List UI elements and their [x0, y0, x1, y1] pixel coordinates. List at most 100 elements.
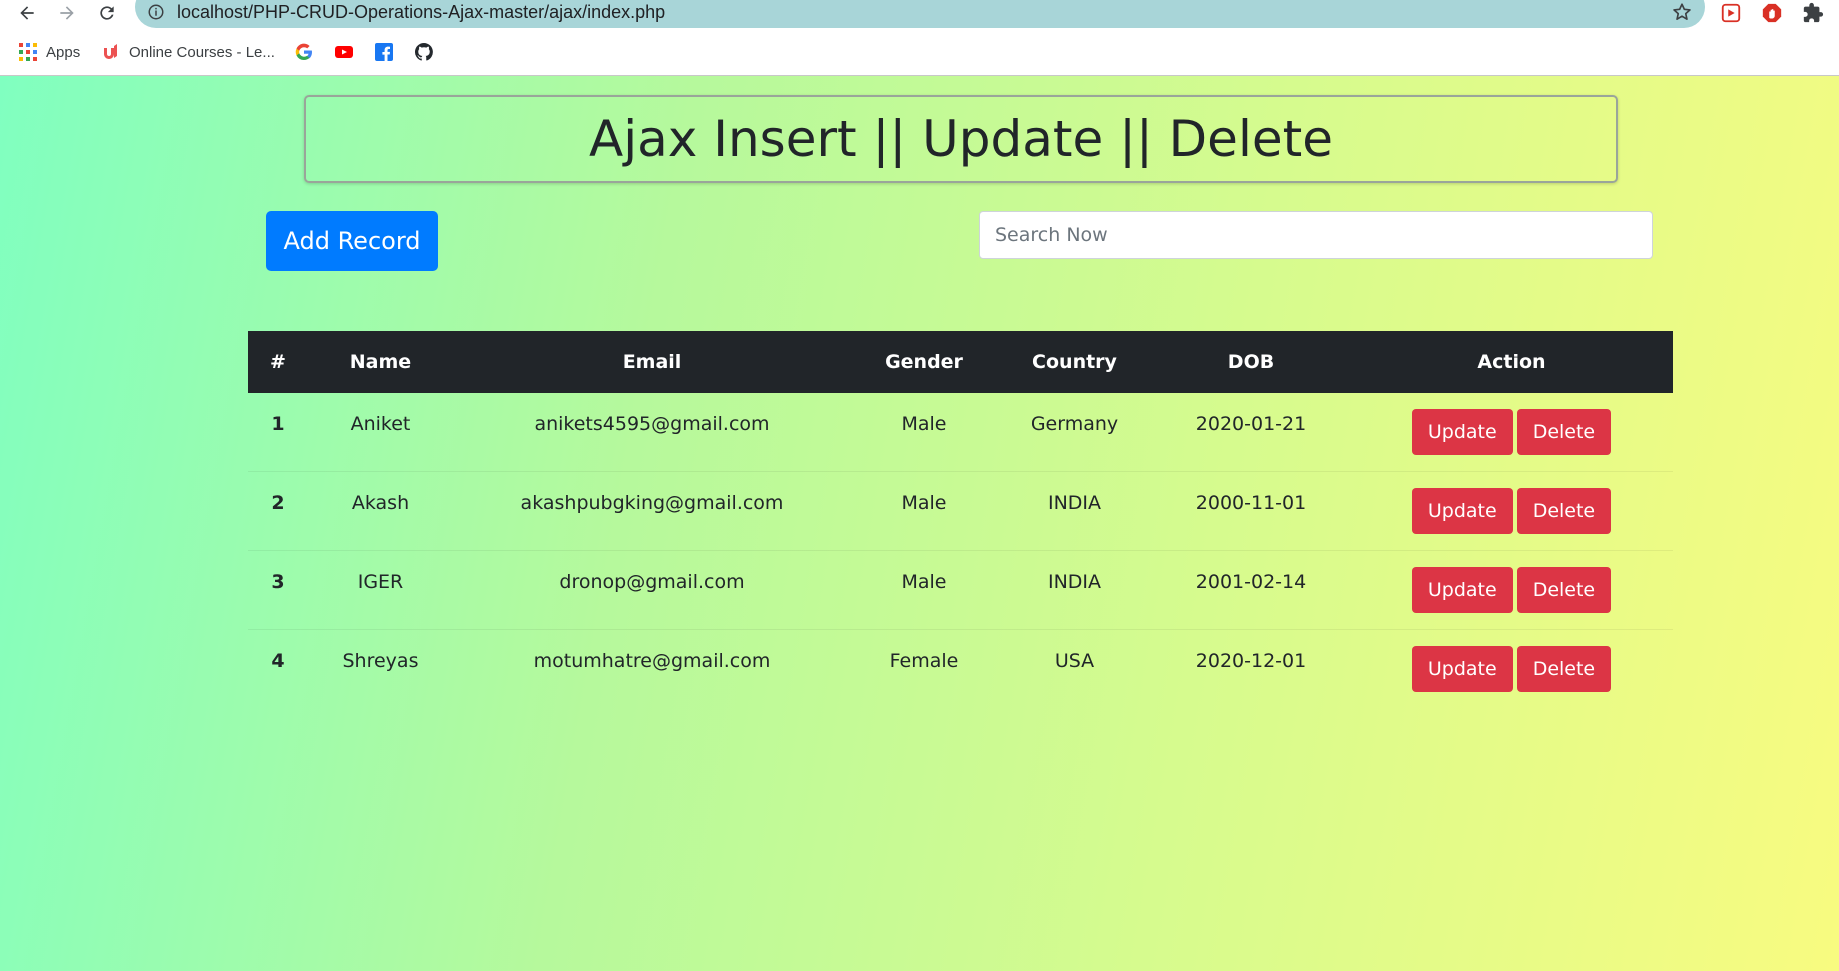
cell-gender-text: Male — [901, 492, 947, 514]
bookmark-apps[interactable]: Apps — [18, 40, 80, 64]
cell-dob-text: 2001-02-14 — [1195, 571, 1307, 593]
column-header-dob: DOB — [1152, 331, 1350, 393]
table-row: 3 IGER dronop@gmail.com Male INDIA 2001-… — [248, 550, 1673, 630]
delete-button[interactable]: Delete — [1516, 409, 1612, 455]
cell-id: 3 — [248, 550, 308, 630]
cell-id-text: 1 — [271, 413, 285, 435]
search-input[interactable] — [979, 211, 1653, 259]
url-text: localhost/PHP-CRUD-Operations-Ajax-maste… — [177, 2, 666, 22]
update-button[interactable]: Update — [1411, 488, 1513, 534]
cell-id-text: 2 — [271, 492, 285, 514]
facebook-icon — [375, 43, 393, 61]
cell-dob: 2020-01-21 — [1152, 393, 1350, 472]
cell-action: Update Delete — [1350, 471, 1673, 551]
column-header-id: # — [248, 331, 308, 393]
cell-dob-text: 2000-11-01 — [1195, 492, 1307, 514]
cell-action: Update Delete — [1350, 629, 1673, 708]
delete-button[interactable]: Delete — [1516, 567, 1612, 613]
cell-country: INDIA — [997, 471, 1152, 551]
bookmark-online-courses[interactable]: Online Courses - Le... — [101, 40, 275, 64]
cell-email: anikets4595@gmail.com — [453, 393, 851, 472]
bookmark-label: Online Courses - Le... — [129, 43, 275, 61]
cell-action: Update Delete — [1350, 393, 1673, 472]
cell-dob: 2001-02-14 — [1152, 550, 1350, 630]
cell-name-text: Shreyas — [342, 650, 419, 672]
cell-name: IGER — [308, 550, 453, 630]
cell-email: akashpubgking@gmail.com — [453, 471, 851, 551]
cell-gender: Male — [851, 393, 997, 472]
cell-dob-text: 2020-12-01 — [1195, 650, 1307, 672]
reload-icon[interactable] — [91, 0, 123, 26]
cell-country-text: USA — [1054, 650, 1095, 672]
navigation-row: localhost/PHP-CRUD-Operations-Ajax-maste… — [0, 0, 1839, 28]
cell-country-text: Germany — [1030, 413, 1119, 435]
cell-country: INDIA — [997, 550, 1152, 630]
cell-dob: 2000-11-01 — [1152, 471, 1350, 551]
github-icon — [414, 42, 433, 61]
back-arrow-icon[interactable] — [11, 0, 43, 26]
cell-email-text: akashpubgking@gmail.com — [520, 492, 784, 514]
cell-id: 2 — [248, 471, 308, 551]
records-table: # Name Email Gender Country DOB Action 1… — [248, 331, 1673, 708]
forward-arrow-icon[interactable] — [51, 0, 83, 26]
cell-email-text: dronop@gmail.com — [559, 571, 745, 593]
add-record-button[interactable]: Add Record — [266, 211, 438, 271]
bookmarks-bar: Apps Online Courses - Le... — [0, 37, 1839, 67]
cell-name: Shreyas — [308, 629, 453, 708]
cell-country-text: INDIA — [1047, 492, 1102, 514]
table-row: 1 Aniket anikets4595@gmail.com Male Germ… — [248, 393, 1673, 472]
bookmark-label: Apps — [46, 43, 81, 61]
cell-gender: Male — [851, 471, 997, 551]
delete-button[interactable]: Delete — [1516, 646, 1612, 692]
cell-name-text: Akash — [351, 492, 410, 514]
extensions-puzzle-icon[interactable] — [1802, 2, 1824, 24]
table-row: 4 Shreyas motumhatre@gmail.com Female US… — [248, 629, 1673, 708]
cell-id-text: 3 — [271, 571, 285, 593]
extension-adblock-icon[interactable] — [1761, 2, 1783, 24]
cell-id: 4 — [248, 629, 308, 708]
title-card: Ajax Insert || Update || Delete — [304, 95, 1618, 183]
cell-id: 1 — [248, 393, 308, 472]
cell-gender-text: Female — [889, 650, 959, 672]
bookmark-github[interactable] — [414, 40, 442, 64]
bookmark-google[interactable] — [294, 40, 322, 64]
column-header-country: Country — [997, 331, 1152, 393]
column-header-email: Email — [453, 331, 851, 393]
update-button[interactable]: Update — [1411, 409, 1513, 455]
cell-name-text: Aniket — [350, 413, 411, 435]
update-button[interactable]: Update — [1411, 646, 1513, 692]
cell-dob: 2020-12-01 — [1152, 629, 1350, 708]
cell-country-text: INDIA — [1047, 571, 1102, 593]
column-header-name: Name — [308, 331, 453, 393]
bookmark-facebook[interactable] — [374, 40, 402, 64]
google-icon — [295, 43, 312, 61]
page-body: Ajax Insert || Update || Delete Add Reco… — [0, 76, 1839, 971]
cell-email: motumhatre@gmail.com — [453, 629, 851, 708]
cell-email-text: anikets4595@gmail.com — [534, 413, 770, 435]
cell-country: USA — [997, 629, 1152, 708]
youtube-icon — [335, 46, 353, 58]
column-header-action: Action — [1350, 331, 1673, 393]
cell-gender-text: Male — [901, 571, 947, 593]
cell-gender-text: Male — [901, 413, 947, 435]
cell-id-text: 4 — [271, 650, 285, 672]
cell-name-text: IGER — [357, 571, 404, 593]
delete-button[interactable]: Delete — [1516, 488, 1612, 534]
cell-name: Akash — [308, 471, 453, 551]
cell-action: Update Delete — [1350, 550, 1673, 630]
table-row: 2 Akash akashpubgking@gmail.com Male IND… — [248, 471, 1673, 551]
browser-toolbar: localhost/PHP-CRUD-Operations-Ajax-maste… — [0, 0, 1839, 76]
info-icon[interactable] — [147, 3, 165, 21]
cell-email: dronop@gmail.com — [453, 550, 851, 630]
cell-email-text: motumhatre@gmail.com — [533, 650, 771, 672]
udemy-icon — [104, 44, 117, 59]
bookmark-youtube[interactable] — [334, 40, 362, 64]
cell-gender: Male — [851, 550, 997, 630]
column-header-gender: Gender — [851, 331, 997, 393]
cell-country: Germany — [997, 393, 1152, 472]
extension-video-icon[interactable] — [1720, 2, 1742, 24]
star-icon[interactable] — [1671, 1, 1693, 23]
address-bar[interactable]: localhost/PHP-CRUD-Operations-Ajax-maste… — [135, 0, 1705, 28]
cell-name: Aniket — [308, 393, 453, 472]
update-button[interactable]: Update — [1411, 567, 1513, 613]
